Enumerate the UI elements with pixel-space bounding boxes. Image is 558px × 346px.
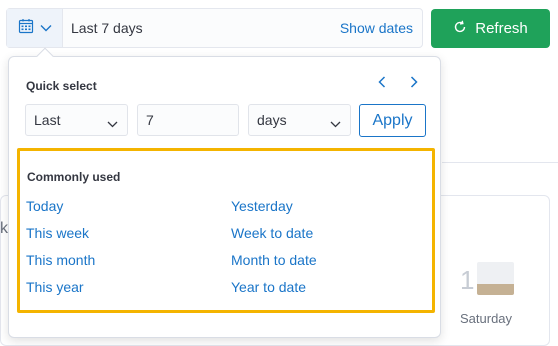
commonly-used-month-to-date[interactable]: Month to date	[231, 252, 317, 268]
commonly-used-section: Commonly used Today Yesterday This week …	[17, 148, 435, 313]
unit-select[interactable]: days	[248, 104, 351, 136]
quantity-input[interactable]: 7	[137, 104, 239, 136]
chevron-down-icon	[107, 115, 118, 131]
quick-select-popover: Quick select Last 7 days Apply Commonly …	[8, 47, 441, 338]
background-divider	[442, 162, 558, 163]
day-thumbnail	[477, 262, 514, 295]
period-navigation	[373, 74, 423, 94]
commonly-used-year-to-date[interactable]: Year to date	[231, 279, 306, 295]
direction-select[interactable]: Last	[25, 104, 128, 136]
commonly-used-this-month[interactable]: This month	[26, 252, 95, 268]
quantity-value: 7	[146, 112, 154, 128]
quick-select-title: Quick select	[26, 79, 97, 93]
day-number: 1	[460, 265, 475, 295]
popover-arrow	[36, 47, 54, 65]
commonly-used-this-year[interactable]: This year	[26, 279, 84, 295]
date-picker-bar: Last 7 days Show dates	[6, 8, 423, 48]
commonly-used-this-week[interactable]: This week	[26, 225, 89, 241]
chevron-right-icon	[410, 75, 418, 93]
commonly-used-title: Commonly used	[27, 170, 121, 184]
chevron-down-icon	[40, 19, 52, 37]
apply-label: Apply	[372, 111, 413, 129]
next-period-button[interactable]	[405, 74, 423, 94]
background-text-fragment: k	[0, 220, 8, 237]
quick-menu-toggle[interactable]	[7, 9, 63, 47]
commonly-used-yesterday[interactable]: Yesterday	[231, 198, 293, 214]
previous-period-button[interactable]	[373, 74, 391, 94]
unit-value: days	[257, 112, 287, 128]
refresh-button[interactable]: Refresh	[431, 9, 550, 48]
calendar-icon	[18, 18, 34, 39]
show-dates-link[interactable]: Show dates	[340, 20, 422, 36]
date-range-text[interactable]: Last 7 days	[63, 20, 340, 36]
direction-value: Last	[34, 112, 61, 128]
commonly-used-week-to-date[interactable]: Week to date	[231, 225, 313, 241]
commonly-used-today[interactable]: Today	[26, 198, 63, 214]
chevron-left-icon	[378, 75, 386, 93]
apply-button[interactable]: Apply	[359, 104, 426, 137]
refresh-label: Refresh	[475, 20, 528, 37]
refresh-icon	[453, 20, 467, 38]
day-label: Saturday	[460, 311, 513, 326]
chevron-down-icon	[330, 115, 341, 131]
